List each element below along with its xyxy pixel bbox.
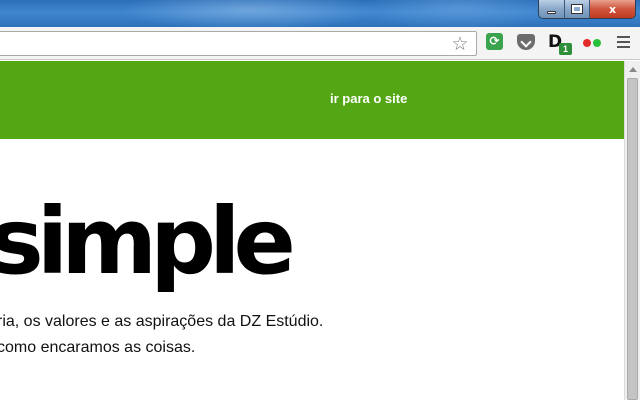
close-button[interactable]: x [590, 0, 635, 18]
star-icon[interactable]: ☆ [449, 33, 471, 55]
menu-line [617, 36, 630, 38]
titlebar-background [120, 0, 380, 27]
address-bar[interactable]: ☆ [0, 31, 477, 56]
restore-icon [571, 4, 583, 14]
maximize-button[interactable] [565, 0, 590, 18]
d-extension-icon[interactable]: D 1 [548, 32, 572, 56]
intro-text-line-2: como encaramos as coisas. [0, 339, 196, 356]
minimize-button[interactable] [539, 0, 565, 18]
dots-extension-icon[interactable] [581, 37, 605, 49]
scroll-up-arrow-icon[interactable] [625, 61, 640, 77]
browser-toolbar: ☆ [0, 27, 640, 60]
minimize-icon [547, 10, 556, 14]
hamburger-menu-icon[interactable] [617, 36, 631, 48]
red-dot-icon [583, 39, 591, 47]
menu-line [617, 41, 630, 43]
window-titlebar: x [0, 0, 640, 27]
header-banner [0, 61, 624, 139]
scrollbar-thumb[interactable] [627, 78, 638, 400]
hero-title: simple [0, 188, 296, 295]
green-dot-icon [593, 39, 601, 47]
sync-icon[interactable]: ⟳ [486, 33, 503, 50]
vertical-scrollbar[interactable] [624, 61, 640, 400]
window-controls: x [538, 0, 636, 19]
close-icon: x [608, 2, 617, 16]
intro-text-line-1: ria, os valores e as aspirações da DZ Es… [0, 313, 324, 330]
menu-line [617, 46, 630, 48]
d-extension-badge: 1 [559, 43, 572, 55]
titlebar-background-glow [360, 0, 560, 27]
go-to-site-link[interactable]: ir para o site [330, 91, 407, 106]
